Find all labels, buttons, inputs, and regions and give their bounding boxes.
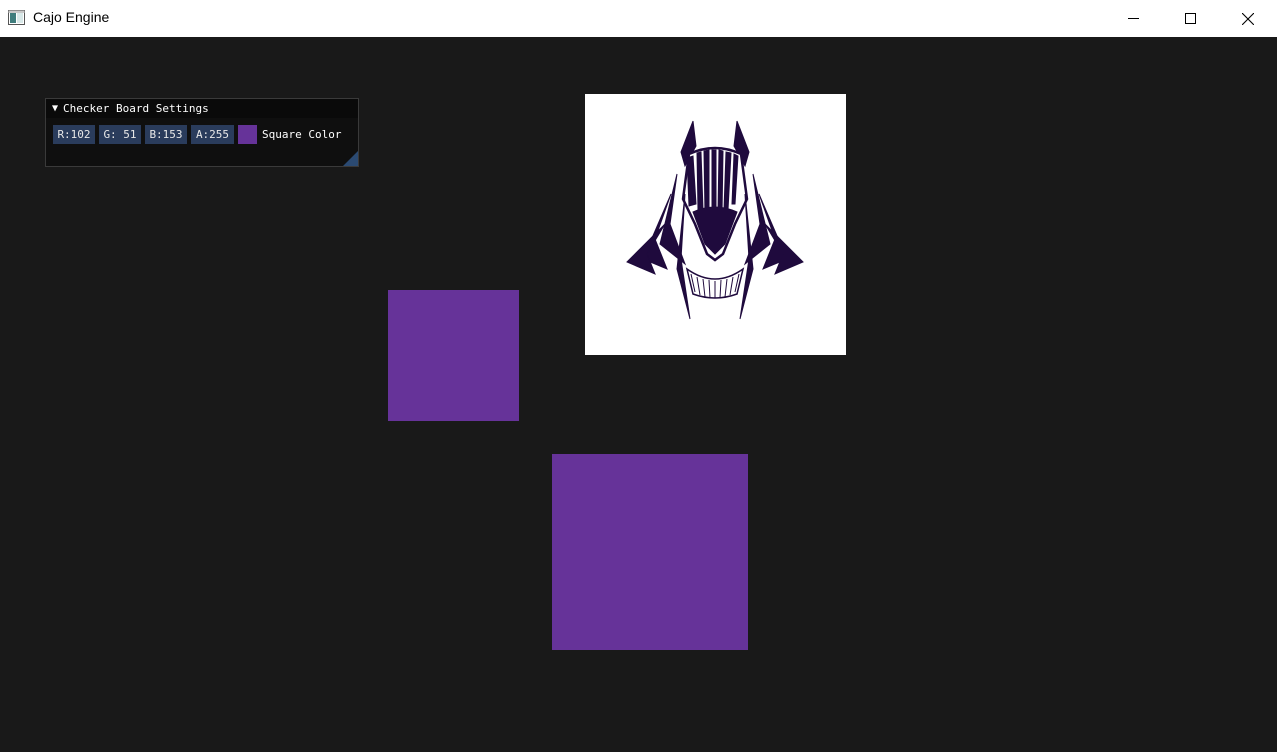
textured-quad [585,94,846,355]
green-channel-field[interactable]: G: 51 [99,125,141,144]
square-color-row: R:102 G: 51 B:153 A:255 Square Color [53,125,341,144]
blue-channel-field[interactable]: B:153 [145,125,187,144]
minimize-button[interactable] [1104,0,1162,37]
close-button[interactable] [1219,0,1277,37]
color-swatch-button[interactable] [238,125,257,144]
purple-square [552,454,748,650]
alpha-channel-field[interactable]: A:255 [191,125,234,144]
settings-window-title: Checker Board Settings [63,102,209,115]
render-viewport[interactable]: ▼ Checker Board Settings R:102 G: 51 B:1… [0,37,1277,752]
maximize-icon [1184,13,1196,24]
checker-board-settings-window[interactable]: ▼ Checker Board Settings R:102 G: 51 B:1… [45,98,359,167]
window-resize-grip[interactable] [343,151,358,166]
purple-square [388,290,519,421]
window-title: Cajo Engine [33,9,110,25]
collapse-arrow-icon[interactable]: ▼ [52,103,58,114]
settings-window-header[interactable]: ▼ Checker Board Settings [46,99,358,118]
square-color-label: Square Color [262,128,342,141]
minimize-icon [1127,18,1139,19]
close-icon [1242,12,1254,25]
red-channel-field[interactable]: R:102 [53,125,95,144]
window-titlebar[interactable]: Cajo Engine [0,0,1277,37]
app-icon [8,10,25,25]
anubis-head-icon [626,120,804,320]
maximize-button[interactable] [1161,0,1219,37]
